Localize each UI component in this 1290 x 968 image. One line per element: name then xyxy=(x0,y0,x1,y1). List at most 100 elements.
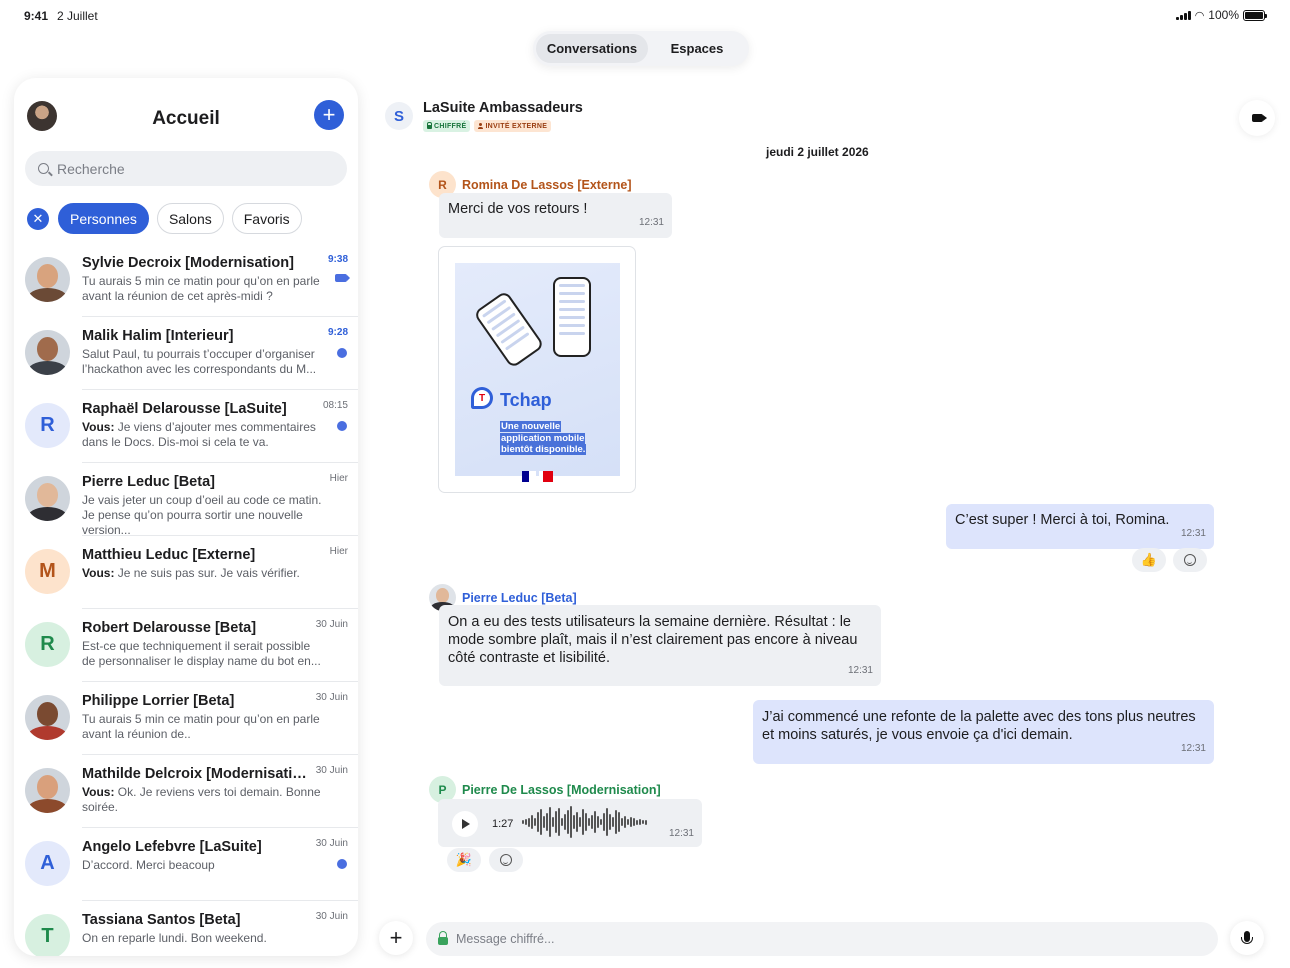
conversation-item[interactable]: Mathilde Delcroix [Modernisation] 30 Juin… xyxy=(25,755,358,828)
tab-conversations[interactable]: Conversations xyxy=(536,34,648,63)
sender-name[interactable]: Pierre Leduc [Beta] xyxy=(462,591,577,605)
conversations-panel: Accueil + ✕ Personnes Salons Favoris Syl… xyxy=(14,78,358,956)
waveform-bar xyxy=(573,815,575,829)
clear-filter-button[interactable]: ✕ xyxy=(27,207,49,230)
room-name[interactable]: LaSuite Ambassadeurs xyxy=(423,100,583,116)
french-republic-logo xyxy=(522,471,554,482)
tchap-app-name: Tchap xyxy=(500,390,552,410)
sender-name[interactable]: Pierre De Lassos [Modernisation] xyxy=(462,783,661,797)
message-input[interactable] xyxy=(456,932,1176,946)
voice-record-button[interactable] xyxy=(1230,921,1264,955)
message-text: Merci de vos retours ! xyxy=(448,201,588,217)
waveform-bar xyxy=(528,817,530,827)
plus-icon: + xyxy=(322,102,336,127)
image-attachment[interactable]: T Tchap Une nouvelle application mobile … xyxy=(438,246,636,493)
own-message-bubble[interactable]: J’ai commencé une refonte de la palette … xyxy=(753,700,1214,764)
conversation-item[interactable]: Philippe Lorrier [Beta] 30 Juin Tu aurais … xyxy=(25,682,358,755)
conversation-name: Angelo Lefebvre [LaSuite] xyxy=(82,839,262,855)
video-call-button[interactable] xyxy=(1239,100,1275,136)
conversation-item[interactable]: R Raphaël Delarousse [LaSuite] 08:15 Vous: … xyxy=(25,390,358,463)
message-time: 12:31 xyxy=(1180,743,1206,754)
conversation-item[interactable]: Pierre Leduc [Beta] Hier Je vais jeter un … xyxy=(25,463,358,537)
conversation-item[interactable]: M Matthieu Leduc [Externe] Hier Vous: Je ne… xyxy=(25,536,358,609)
filter-personnes[interactable]: Personnes xyxy=(58,203,149,234)
phone-illustration xyxy=(473,290,545,369)
person-icon xyxy=(478,123,484,129)
unread-dot xyxy=(337,348,347,358)
filter-favoris[interactable]: Favoris xyxy=(231,203,302,234)
conversation-avatar xyxy=(25,476,70,521)
waveform-bar xyxy=(633,818,635,826)
reaction-thumbs-up[interactable]: 👍 xyxy=(1132,548,1166,572)
message-bubble[interactable]: Merci de vos retours ! 12:31 xyxy=(439,193,672,238)
message-time: 12:31 xyxy=(668,828,694,839)
preview-text: Est-ce que techniquement il serait possi… xyxy=(82,639,321,668)
add-reaction-button[interactable] xyxy=(489,848,523,872)
conversation-item[interactable]: Malik Halim [Interieur] 9:28 Salut Paul, t… xyxy=(25,317,358,390)
plus-icon: + xyxy=(389,925,403,950)
encrypted-badge-label: CHIFFRÉ xyxy=(434,122,467,130)
waveform-bar xyxy=(576,812,578,832)
battery-icon xyxy=(1243,9,1267,21)
close-icon: ✕ xyxy=(32,210,44,226)
waveform-bar xyxy=(522,820,524,824)
conversation-item[interactable]: T Tassiana Santos [Beta] 30 Juin On en repa… xyxy=(25,901,358,956)
conversation-time: 30 Juin xyxy=(315,911,348,922)
waveform-bar xyxy=(540,809,542,835)
waveform-bar xyxy=(627,819,629,825)
message-text: C’est super ! Merci à toi, Romina. xyxy=(955,512,1170,528)
sender-name[interactable]: Romina De Lassos [Externe] xyxy=(462,178,632,192)
tchap-promo-image: T Tchap Une nouvelle application mobile … xyxy=(455,263,620,476)
preview-text: Tu aurais 5 min ce matin pour qu’on en p… xyxy=(82,712,320,741)
conversation-item[interactable]: Sylvie Decroix [Modernisation] 9:38 Tu aur… xyxy=(25,244,358,317)
message-composer xyxy=(426,922,1218,956)
waveform-bar xyxy=(561,818,563,826)
message-bubble[interactable]: On a eu des tests utilisateurs la semain… xyxy=(439,605,881,686)
tab-espaces[interactable]: Espaces xyxy=(648,34,746,63)
promo-line: Une nouvelle xyxy=(500,421,562,432)
waveform-bar xyxy=(582,809,584,835)
conversation-name: Philippe Lorrier [Beta] xyxy=(82,693,235,709)
conversation-item[interactable]: R Robert Delarousse [Beta] 30 Juin Est-ce q… xyxy=(25,609,358,682)
own-message-bubble[interactable]: C’est super ! Merci à toi, Romina. 12:31 xyxy=(946,504,1214,549)
conversation-avatar xyxy=(25,257,70,302)
conversation-preview: Vous: Ok. Je reviens vers toi demain. Bo… xyxy=(82,785,322,815)
preview-text: Ok. Je reviens vers toi demain. Bonne so… xyxy=(82,785,321,814)
conversation-time: 9:38 xyxy=(327,254,348,265)
search-input[interactable] xyxy=(57,160,317,177)
new-conversation-button[interactable]: + xyxy=(314,100,344,130)
conversation-time: 9:28 xyxy=(327,327,348,338)
waveform-bar xyxy=(579,817,581,827)
waveform-bar xyxy=(567,810,569,834)
battery-percent: 100% xyxy=(1208,8,1239,22)
conversation-name: Matthieu Leduc [Externe] xyxy=(82,547,256,563)
play-button[interactable] xyxy=(452,811,478,837)
conversation-time: 08:15 xyxy=(322,400,348,411)
audio-duration: 1:27 xyxy=(492,818,514,830)
conversation-avatar: R xyxy=(25,403,70,448)
room-badges: CHIFFRÉ INVITÉ EXTERNE xyxy=(423,120,552,132)
add-emoji-icon xyxy=(1184,554,1196,566)
promo-text: Une nouvelle application mobile bientôt … xyxy=(500,421,600,456)
conversation-preview: Est-ce que techniquement il serait possi… xyxy=(82,639,322,669)
attach-button[interactable]: + xyxy=(379,921,413,955)
phone-illustration xyxy=(553,277,591,357)
conversation-item[interactable]: A Angelo Lefebvre [LaSuite] 30 Juin D’accor… xyxy=(25,828,358,901)
waveform-bar xyxy=(558,808,560,836)
encrypted-badge: CHIFFRÉ xyxy=(423,120,471,132)
search-icon xyxy=(38,163,49,174)
conversation-time: 30 Juin xyxy=(315,838,348,849)
waveform-bar xyxy=(630,817,632,827)
promo-line: application mobile xyxy=(500,432,586,444)
status-bar: 9:41 2 Juillet ◠ 100% xyxy=(0,0,1290,30)
conversation-name: Malik Halim [Interieur] xyxy=(82,328,234,344)
waveform-bar xyxy=(621,818,623,826)
add-reaction-button[interactable] xyxy=(1173,548,1207,572)
preview-text: On en reparle lundi. Bon weekend. xyxy=(82,931,267,945)
main-segmented-tabs: Conversations Espaces xyxy=(533,31,749,66)
audio-waveform[interactable] xyxy=(522,805,660,839)
filter-salons[interactable]: Salons xyxy=(156,203,224,234)
conversation-preview: On en reparle lundi. Bon weekend. xyxy=(82,931,322,946)
reaction-party[interactable]: 🎉 xyxy=(447,848,481,872)
preview-text: Tu aurais 5 min ce matin pour qu’on en p… xyxy=(82,274,320,303)
